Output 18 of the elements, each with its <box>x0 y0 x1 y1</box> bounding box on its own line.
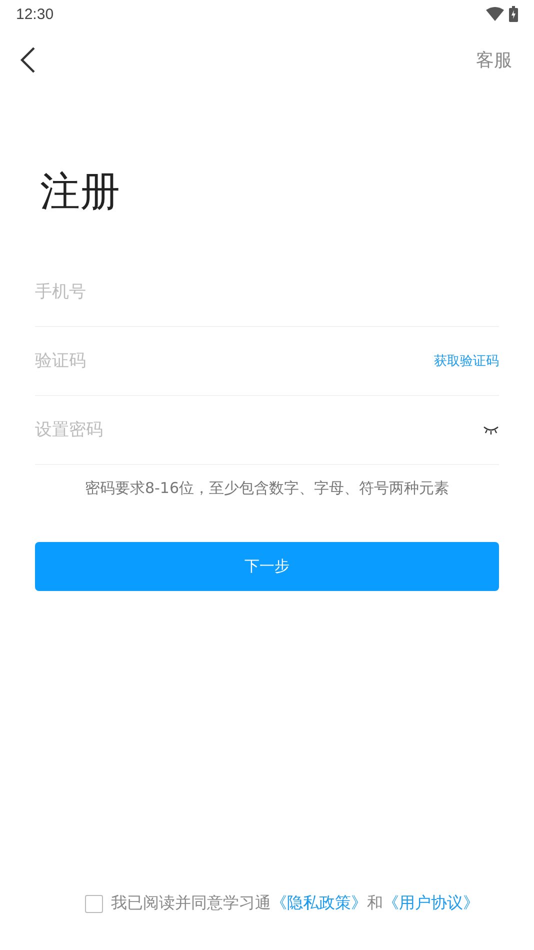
code-field[interactable]: 验证码 <box>35 351 434 371</box>
phone-field[interactable]: 手机号 <box>35 282 499 302</box>
user-agreement-link[interactable]: 《用户协议》 <box>383 893 479 914</box>
closed-eye-icon[interactable] <box>483 426 499 434</box>
privacy-policy-link[interactable]: 《隐私政策》 <box>271 893 367 914</box>
battery-icon <box>509 6 518 22</box>
agreement-joiner: 和 <box>367 893 383 914</box>
next-button[interactable]: 下一步 <box>35 542 499 591</box>
get-code-link[interactable]: 获取验证码 <box>434 352 499 370</box>
customer-service-link[interactable]: 客服 <box>476 48 512 72</box>
page-title: 注册 <box>40 168 121 217</box>
back-icon <box>20 46 36 74</box>
password-field[interactable]: 设置密码 <box>35 420 483 440</box>
agreement-text: 我已阅读并同意学习通 <box>111 893 271 914</box>
password-hint: 密码要求8-16位，至少包含数字、字母、符号两种元素 <box>84 479 450 498</box>
status-time: 12:30 <box>16 6 54 22</box>
agree-checkbox[interactable] <box>85 894 103 912</box>
wifi-icon <box>486 7 504 21</box>
